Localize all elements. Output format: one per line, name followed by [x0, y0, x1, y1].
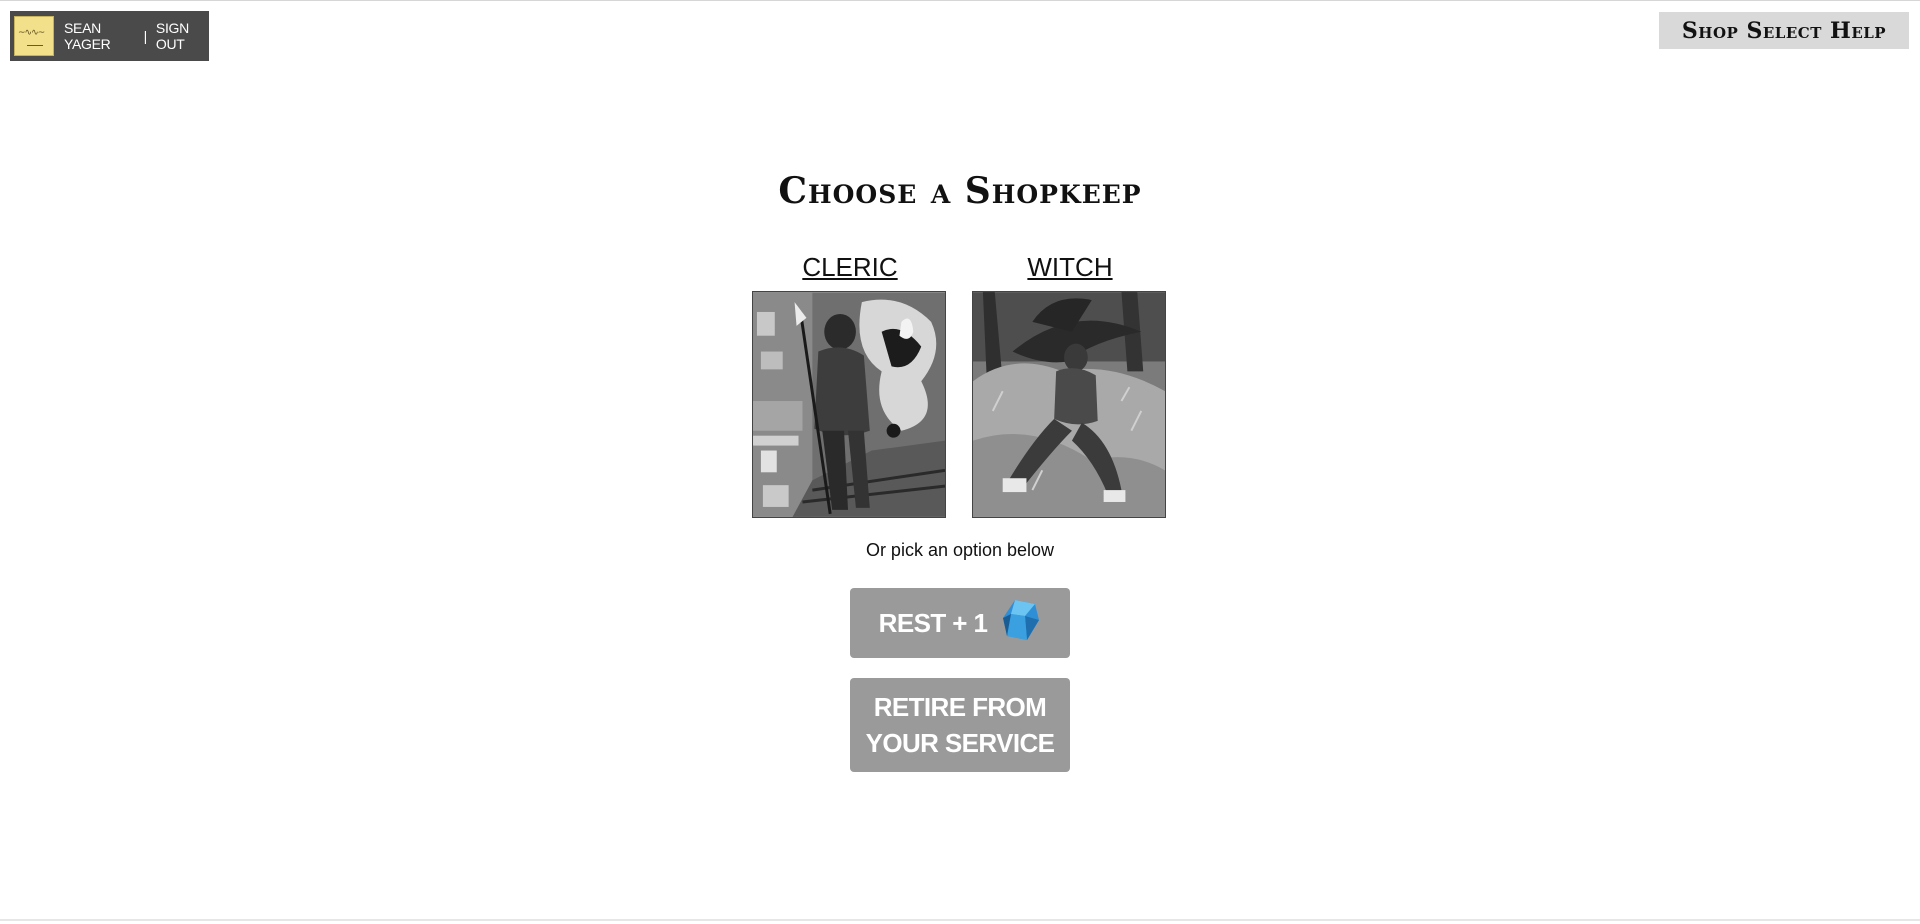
page-title: Choose a Shopkeep: [778, 170, 1142, 212]
witch-portrait[interactable]: [972, 291, 1166, 518]
shopkeep-card-cleric: CLERIC: [752, 250, 948, 518]
shopkeep-card-witch: WITCH: [972, 250, 1168, 518]
user-name: SEAN YAGER: [64, 20, 111, 52]
hint-text: Or pick an option below: [865, 540, 1055, 560]
user-badge: ~∿∿~ SEAN YAGER | SIGN OUT: [10, 11, 209, 61]
cleric-portrait[interactable]: [752, 291, 946, 518]
blue-gem-icon: [1001, 598, 1041, 649]
rest-button[interactable]: REST + 1: [850, 588, 1070, 658]
shopkeep-name-witch[interactable]: WITCH: [972, 250, 1168, 284]
sign-out-link[interactable]: SIGN OUT: [156, 20, 209, 52]
shop-select-help-button[interactable]: Shop Select Help: [1659, 12, 1909, 49]
user-avatar-icon[interactable]: ~∿∿~: [14, 16, 54, 56]
bottom-divider: [0, 919, 1920, 921]
user-separator: |: [143, 28, 148, 44]
top-divider: [0, 0, 1920, 1]
shopkeep-name-cleric[interactable]: CLERIC: [752, 250, 948, 284]
retire-button[interactable]: RETIRE FROM YOUR SERVICE: [850, 678, 1070, 772]
rest-button-label: REST + 1: [878, 607, 988, 638]
